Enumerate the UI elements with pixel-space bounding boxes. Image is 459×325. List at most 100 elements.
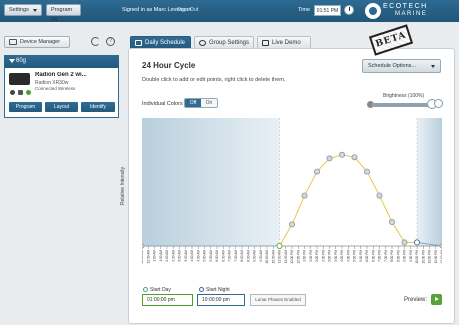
ecotech-logo-icon — [365, 3, 381, 19]
tab-label: Group Settings — [209, 40, 250, 46]
x-tick-label: 4:30 AM — [196, 250, 200, 262]
status-ok-icon — [26, 90, 31, 95]
help-icon[interactable]: ? — [106, 37, 115, 46]
start-night-label: Start Night — [206, 287, 230, 293]
x-tick-label: 7:30 AM — [234, 250, 238, 262]
program-all-button[interactable]: Program All — [46, 4, 81, 23]
time-display[interactable]: 01:51 PM — [314, 5, 341, 16]
collapse-arrow-icon — [9, 59, 15, 63]
data-point — [363, 168, 370, 175]
data-point — [439, 243, 442, 249]
y-axis-label: Relative Intensity — [120, 166, 126, 205]
info-icon[interactable] — [10, 90, 15, 95]
toggle-option-on[interactable]: On — [201, 99, 217, 107]
x-tick-label: 2:30 PM — [321, 250, 325, 262]
x-tick-label: 10:00 AM — [265, 250, 269, 264]
top-bar: Settings Program All Signed in as Marc L… — [0, 0, 459, 23]
toggle-option-off[interactable]: Off — [185, 99, 201, 107]
calendar-icon — [135, 40, 142, 46]
x-tick-label: 5:30 AM — [209, 250, 213, 262]
refresh-icon[interactable] — [91, 37, 100, 46]
x-tick-label: 12:30 PM — [296, 250, 300, 264]
x-tick-label: 8:00 AM — [240, 250, 244, 262]
schedule-options-dropdown[interactable]: Schedule Options... — [362, 59, 441, 73]
data-point — [401, 239, 408, 246]
lunar-phases-button[interactable]: Lunar Phases Enabled — [250, 294, 306, 306]
demo-icon — [262, 40, 269, 46]
x-tick-label: 4:00 PM — [340, 250, 344, 262]
data-point — [313, 168, 320, 175]
x-tick-label: 9:30 AM — [259, 250, 263, 262]
tab-label: Live Demo — [272, 40, 301, 46]
wrench-icon[interactable] — [18, 90, 23, 95]
x-tick-label: 6:30 PM — [371, 250, 375, 262]
start-day-icon — [143, 287, 148, 292]
settings-button[interactable]: Settings — [4, 4, 42, 16]
device-group-header[interactable]: 60g — [4, 55, 119, 68]
x-tick-label: 11:00 PM — [428, 250, 432, 264]
x-tick-label: 9:30 PM — [409, 250, 413, 262]
x-tick-label: 5:30 PM — [359, 250, 363, 262]
x-tick-label: 5:00 AM — [203, 250, 207, 262]
monitor-icon — [9, 39, 17, 45]
data-point — [413, 239, 420, 246]
x-tick-label: 1:30 AM — [159, 250, 163, 262]
data-point — [288, 221, 295, 228]
brightness-label: Brightness (100%) — [383, 93, 425, 99]
tab-label: Daily Schedule — [145, 40, 186, 46]
device-manager-button[interactable]: Device Manager — [4, 36, 70, 48]
device-name: Radion Gen 2 wi... — [35, 72, 87, 78]
x-tick-label: 6:00 PM — [365, 250, 369, 262]
start-night-input[interactable]: 10:00:00 pm — [197, 294, 245, 306]
time-label: Time — [298, 7, 311, 13]
x-tick-label: 2:30 AM — [171, 250, 175, 262]
data-point — [351, 154, 358, 161]
x-tick-label: 7:30 PM — [384, 250, 388, 262]
data-point — [376, 192, 383, 199]
x-tick-label: 12:00 AM — [440, 250, 442, 264]
x-tick-label: 8:30 AM — [246, 250, 250, 262]
layout-button[interactable]: Layout — [45, 102, 78, 112]
start-night-icon — [199, 287, 204, 292]
bright-icon — [434, 99, 443, 108]
x-tick-label: 9:00 AM — [253, 250, 257, 262]
individual-colors-toggle[interactable]: Off On — [184, 98, 218, 108]
x-tick-label: 6:00 AM — [215, 250, 219, 262]
data-point — [301, 192, 308, 199]
device-connection: Connected Wireless — [35, 86, 76, 91]
logo-text: ECOTECH — [383, 3, 428, 10]
intensity-chart[interactable]: 12:00 AM 12:30 AM 1:00 AM 1:30 AM 2:00 AM 2:3… — [142, 118, 442, 300]
x-tick-label: 3:30 AM — [184, 250, 188, 262]
device-manager-label: Device Manager — [20, 39, 61, 45]
program-button[interactable]: Program — [9, 102, 42, 112]
day-region — [279, 118, 417, 246]
data-point — [388, 219, 395, 226]
settings-label: Settings — [9, 7, 29, 13]
x-tick-label: 1:00 AM — [153, 250, 157, 262]
play-icon[interactable] — [431, 294, 442, 305]
x-tick-label: 7:00 AM — [228, 250, 232, 262]
x-tick-label: 12:00 PM — [290, 250, 294, 264]
start-day-input[interactable]: 01:00:00 pm — [142, 294, 193, 306]
x-tick-label: 10:00 PM — [415, 250, 419, 264]
x-tick-label: 10:30 AM — [271, 250, 275, 264]
x-tick-label: 12:30 AM — [146, 250, 150, 264]
identify-button[interactable]: Identify — [81, 102, 115, 112]
sign-out-link[interactable]: Sign Out — [177, 7, 198, 13]
gear-icon — [199, 40, 206, 46]
x-tick-label: 4:00 AM — [190, 250, 194, 262]
chevron-down-icon — [33, 9, 37, 12]
data-point — [142, 243, 145, 249]
x-tick-label: 2:00 AM — [165, 250, 169, 262]
clock-icon[interactable] — [344, 5, 354, 15]
x-tick-label: 7:00 PM — [378, 250, 382, 262]
chevron-down-icon — [431, 65, 435, 68]
preview-label: Preview: — [404, 297, 428, 303]
data-point — [326, 155, 333, 162]
instructions-text: Double click to add or edit points, righ… — [142, 77, 286, 83]
logo-text-sub: MARINE — [395, 11, 428, 17]
night-region-left — [142, 118, 280, 246]
device-card[interactable]: Radion Gen 2 wi... Radion XR30w Connecte… — [4, 68, 119, 118]
x-tick-label: 2:00 PM — [315, 250, 319, 262]
night-region-right — [417, 118, 442, 246]
